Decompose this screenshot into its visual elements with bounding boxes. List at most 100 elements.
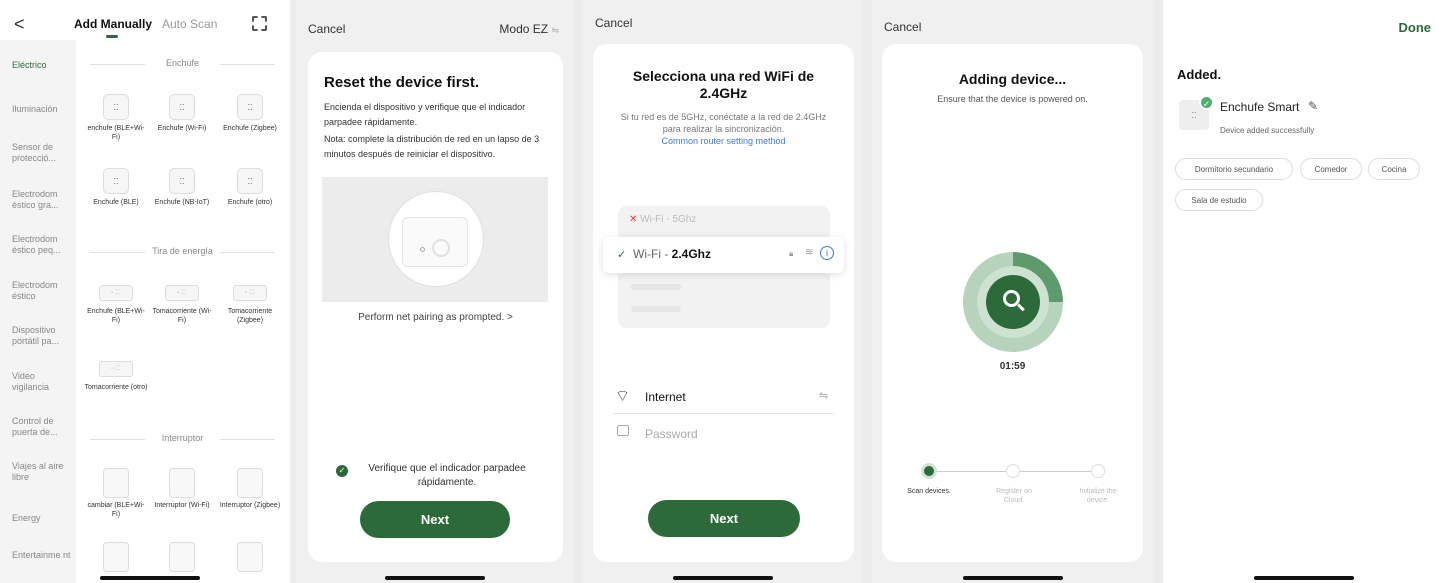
room-tag[interactable]: Cocina — [1368, 158, 1420, 180]
device-item[interactable]: ⁚⁚ Enchufe (otro) — [218, 168, 282, 207]
screen-add-manually: < Add Manually Auto Scan Eléctrico Ilumi… — [0, 0, 290, 583]
switch-icon — [237, 542, 263, 572]
device-item[interactable]: ▫ ⁚⁚⁚ Tomacorriente (Wi-Fi) — [150, 280, 214, 325]
wifi-card: Selecciona una red WiFi de 2.4GHz Si tu … — [593, 44, 854, 562]
cancel-button[interactable]: Cancel — [308, 22, 345, 36]
password-field[interactable]: Password — [645, 427, 698, 441]
added-heading: Added. — [1177, 67, 1222, 82]
instructions-text: Encienda el dispositivo y verifique que … — [324, 102, 526, 127]
next-button[interactable]: Next — [648, 500, 800, 537]
info-icon: i — [820, 246, 834, 260]
device-item[interactable]: Interruptor (Wi-Fi) — [150, 468, 214, 510]
ssid-field[interactable]: Internet — [645, 390, 686, 404]
device-item[interactable]: ▫ ⁚⁚⁚ Enchufe (BLE+Wi-Fi) — [84, 280, 148, 325]
sidebar-item[interactable]: Iluminación — [12, 104, 74, 115]
device-item[interactable]: ⁚⁚ Enchufe (Wi-Fi) — [150, 94, 214, 133]
subtitle-text: Ensure that the device is powered on. — [937, 94, 1088, 104]
countdown-timer: 01:59 — [999, 361, 1026, 372]
wifi-icon: ⌔ — [615, 388, 631, 405]
lock-icon: 🔒︎ — [789, 249, 794, 258]
back-icon[interactable]: < — [14, 14, 25, 35]
tab-add-manually[interactable]: Add Manually — [74, 17, 152, 31]
mode-switch-button[interactable]: Modo EZ ⇋ — [499, 22, 559, 36]
device-item[interactable]: ⁚⁚ Enchufe (NB-IoT) — [150, 168, 214, 207]
device-item[interactable] — [218, 542, 282, 575]
sidebar-item[interactable]: Entertainme nt — [12, 550, 74, 561]
device-item[interactable] — [150, 542, 214, 575]
divider — [613, 413, 834, 414]
device-item[interactable]: ⁚⁚ enchufe (BLE+Wi-Fi) — [84, 94, 148, 142]
device-illustration — [322, 177, 548, 302]
step-scan-icon — [921, 463, 937, 479]
home-indicator — [1254, 576, 1354, 580]
sidebar-item[interactable]: Dispositivo portátil pa... — [12, 325, 74, 347]
sidebar-item[interactable]: Electrodom éstico peq... — [12, 234, 74, 256]
confirm-checkbox[interactable]: ✓ — [336, 465, 348, 477]
step-label: Register on Cloud. — [996, 488, 1032, 504]
step-label: Initialize the device. — [1079, 488, 1117, 504]
indicator-led-icon — [420, 247, 425, 252]
room-tag[interactable]: Comedor — [1300, 158, 1362, 180]
pairing-prompt-link[interactable]: Perform net pairing as prompted. > — [308, 312, 563, 323]
sidebar-item[interactable]: Video vigilancia — [12, 371, 74, 393]
switch-network-icon[interactable]: ⇋ — [819, 389, 828, 402]
check-icon: ✓ — [617, 249, 627, 261]
cancel-button[interactable]: Cancel — [884, 20, 921, 34]
status-text: Device added successfully — [1220, 126, 1315, 135]
sidebar-item[interactable]: Viajes al aire libre — [12, 461, 74, 483]
device-item[interactable]: cambiar (BLE+Wi-Fi) — [84, 468, 148, 519]
device-item[interactable]: Interruptor (Zigbee) — [218, 468, 282, 510]
lock-icon — [617, 425, 629, 436]
device-item[interactable]: ▫ ⁚⁚⁚ Tomacorriente (Zigbee) — [218, 280, 282, 325]
home-indicator — [384, 576, 485, 580]
home-indicator — [672, 576, 773, 580]
device-item[interactable]: ▫ ⁚⁚⁚ Tomacorriente (otro) — [84, 356, 148, 392]
cancel-button[interactable]: Cancel — [595, 16, 632, 30]
sidebar-item[interactable]: Sensor de protecció... — [12, 142, 74, 164]
wifi-signal-icon: ≋ — [805, 247, 814, 258]
success-check-icon: ✓ — [1199, 95, 1214, 110]
device-item[interactable]: ⁚⁚ Enchufe (BLE) — [84, 168, 148, 207]
power-button-icon — [432, 239, 450, 257]
router-setting-link[interactable]: Common router setting method — [593, 136, 854, 146]
plug-icon: ⁚⁚ — [237, 168, 263, 194]
device-item[interactable] — [84, 542, 148, 575]
switch-icon — [169, 542, 195, 572]
wifi-option-24ghz[interactable]: ✓ Wi-Fi - 2.4Ghz 🔒︎ ≋ i — [603, 237, 844, 273]
search-icon — [986, 275, 1040, 329]
done-button[interactable]: Done — [1399, 20, 1432, 35]
section-header: Interruptor — [90, 433, 275, 443]
adding-card: Adding device... Ensure that the device … — [882, 44, 1143, 562]
edit-icon[interactable]: ✎ — [1308, 99, 1318, 113]
switch-icon — [103, 542, 129, 572]
room-tag[interactable]: Dormitorio secundario — [1175, 158, 1293, 180]
sidebar-item[interactable]: Electrodom éstico gra... — [12, 189, 74, 211]
power-strip-icon: ▫ ⁚⁚⁚ — [165, 285, 199, 301]
scan-icon[interactable] — [252, 16, 267, 31]
sidebar-item[interactable]: Control de puerta de... — [12, 416, 74, 438]
swap-icon: ⇋ — [551, 25, 559, 35]
step-init-icon — [1091, 464, 1105, 478]
power-strip-icon: ▫ ⁚⁚⁚ — [99, 285, 133, 301]
screen-select-wifi: Cancel Selecciona una red WiFi de 2.4GHz… — [583, 0, 862, 583]
switch-icon — [237, 468, 263, 498]
reset-card: Reset the device first. Encienda el disp… — [308, 52, 563, 562]
screen-reset-device: Cancel Modo EZ ⇋ Reset the device first.… — [296, 0, 573, 583]
power-strip-icon: ▫ ⁚⁚⁚ — [99, 361, 133, 377]
next-button[interactable]: Next — [360, 501, 510, 538]
home-indicator — [100, 576, 200, 580]
switch-icon — [169, 468, 195, 498]
room-tag[interactable]: Sala de estudio — [1175, 189, 1263, 211]
step-label: Scan devices. — [907, 488, 951, 495]
device-name: Enchufe Smart — [1220, 100, 1300, 114]
sidebar-item[interactable]: Electrodom éstico — [12, 280, 74, 302]
switch-icon — [103, 468, 129, 498]
device-item[interactable]: ⁚⁚ Enchufe (Zigbee) — [218, 94, 282, 133]
sidebar-item[interactable]: Eléctrico — [12, 60, 74, 71]
sidebar-item[interactable]: Energy — [12, 513, 74, 524]
section-header: Tira de energía — [90, 246, 275, 256]
home-indicator — [962, 576, 1063, 580]
wifi-option-5ghz: ✕ Wi-Fi - 5Ghz — [629, 214, 697, 225]
tab-auto-scan[interactable]: Auto Scan — [162, 17, 217, 31]
page-title: Reset the device first. — [324, 74, 480, 91]
